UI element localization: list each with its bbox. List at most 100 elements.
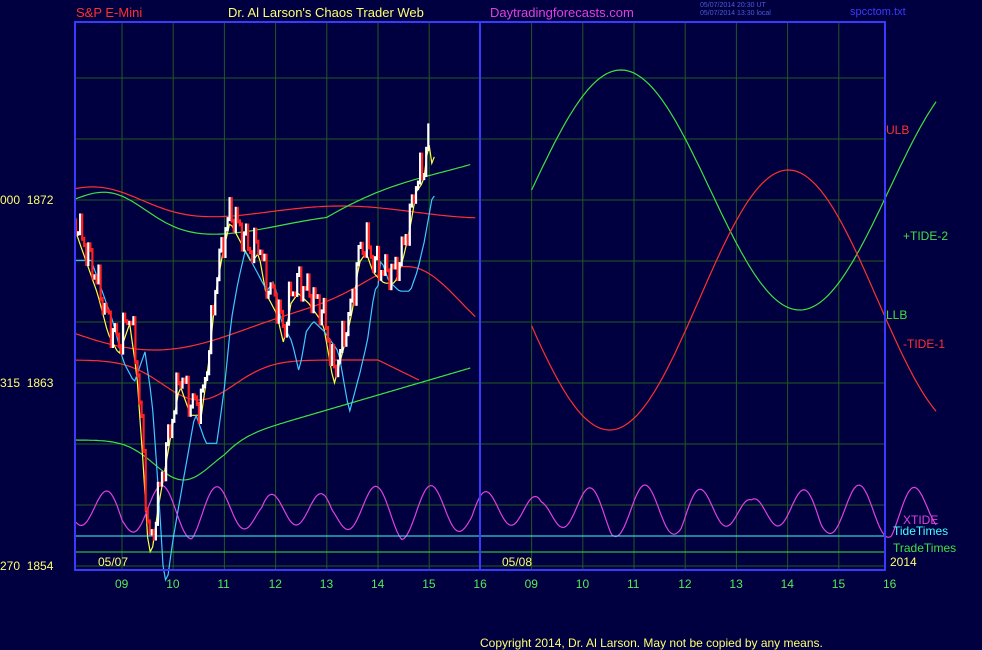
price-bar-up	[316, 294, 319, 299]
price-bar-down	[152, 529, 155, 541]
price-bar-down	[265, 253, 268, 299]
price-bar-up	[160, 471, 164, 487]
price-bar-down	[179, 381, 182, 389]
x-tick-label: 14	[371, 577, 385, 591]
price-bar-down	[378, 245, 381, 281]
price-bar-down	[140, 400, 143, 418]
price-bar-down	[324, 297, 327, 330]
price-bar-up	[132, 316, 135, 326]
price-bar-up	[351, 288, 354, 303]
x-tick-label: 11	[627, 577, 640, 591]
price-bar-up	[218, 248, 221, 282]
price-bar-up	[341, 320, 344, 353]
x-tick-label: 12	[268, 577, 282, 591]
timestamp-ut: 05/07/2014 20:30 UT	[700, 2, 766, 9]
price-bar-up	[191, 393, 194, 409]
price-bar-down	[361, 241, 364, 256]
price-bar-up	[404, 234, 407, 246]
price-bar-up	[322, 297, 325, 314]
price-bar-down	[255, 227, 258, 244]
price-bar-up	[349, 298, 352, 316]
x-tick-label: 13	[319, 577, 334, 591]
price-bar-down	[261, 249, 264, 262]
price-bar-down	[146, 507, 149, 524]
price-bar-up	[410, 194, 413, 208]
price-bar-down	[328, 338, 332, 366]
price-bar-down	[85, 243, 88, 266]
timestamp-local: 05/07/2014 13:30 local	[700, 10, 771, 17]
price-bar-down	[81, 213, 84, 241]
price-bar-up	[113, 323, 116, 333]
price-bar-down	[183, 377, 186, 384]
date-label-0507: 05/07	[98, 555, 129, 569]
price-bar-down	[148, 519, 151, 536]
price-bar-down	[382, 270, 385, 276]
price-bar-down	[314, 287, 317, 299]
price-bar-up	[87, 242, 90, 267]
price-bar-down	[187, 375, 190, 417]
copyright-notice: Copyright 2014, Dr. Al Larson. May not b…	[480, 636, 823, 650]
price-bar-up	[269, 282, 272, 295]
price-bar-down	[333, 344, 336, 369]
price-bar-down	[163, 471, 166, 482]
x-tick-label: 14	[780, 577, 794, 591]
price-bar-down	[130, 320, 133, 326]
site-link[interactable]: Daytradingforecasts.com	[490, 5, 634, 20]
price-bar-down	[197, 401, 200, 424]
price-bar-up	[244, 223, 248, 236]
price-bar-down	[335, 364, 338, 378]
price-bar-down	[99, 264, 102, 302]
price-bar-down	[421, 152, 424, 181]
price-bar-down	[273, 284, 276, 297]
x-tick-label: 10	[575, 577, 590, 591]
price-bar-up	[292, 291, 295, 297]
xtide-oscillator	[75, 484, 937, 541]
price-bar-up	[154, 521, 157, 541]
price-bar-up	[337, 359, 340, 378]
price-bar-up	[77, 231, 80, 236]
price-bar-down	[120, 344, 123, 355]
price-bar-down	[367, 222, 370, 250]
price-bar-down	[247, 223, 250, 251]
price-bar-up	[216, 277, 219, 294]
price-bar-up	[357, 245, 360, 267]
price-bar-down	[117, 332, 121, 349]
price-bar-down	[230, 197, 233, 223]
price-bar-up	[267, 290, 270, 299]
price-bar-down	[369, 245, 372, 259]
price-bar-up	[296, 273, 299, 297]
price-bar-up	[181, 377, 184, 389]
price-bar-down	[115, 323, 119, 337]
x-tick-label: 13	[729, 577, 743, 591]
price-bar-down	[406, 234, 409, 246]
price-bar-up	[345, 332, 348, 347]
price-bar-down	[83, 236, 86, 248]
price-bar-down	[402, 236, 405, 246]
price-bar-down	[195, 395, 198, 406]
price-bar-up	[167, 424, 170, 447]
price-bar-down	[136, 360, 139, 378]
price-bar-up	[384, 254, 387, 276]
x-tick-label: 15	[831, 577, 846, 591]
price-bar-up	[111, 328, 114, 348]
price-bar-up	[390, 263, 393, 291]
price-bar-down	[177, 372, 180, 386]
x-tick-label: 10	[166, 577, 180, 591]
price-bar-up	[394, 256, 397, 270]
y-label-1872: 000 1872	[0, 193, 54, 207]
price-bar-up	[171, 418, 174, 439]
price-bar-up	[165, 442, 168, 482]
price-bar-down	[251, 250, 254, 264]
price-bar-down	[353, 288, 356, 306]
price-bar-up	[242, 231, 246, 252]
price-bar-up	[208, 350, 211, 376]
x-tick-label: 16	[473, 577, 487, 591]
x-tick-label: 15	[422, 577, 436, 591]
price-bar-down	[144, 449, 147, 512]
x-tick-label: 16	[883, 577, 897, 591]
price-bar-up	[277, 299, 280, 324]
price-bar-down	[142, 414, 145, 453]
price-bar-down	[371, 254, 375, 273]
price-bar-up	[302, 286, 305, 302]
price-bar-down	[169, 424, 172, 439]
